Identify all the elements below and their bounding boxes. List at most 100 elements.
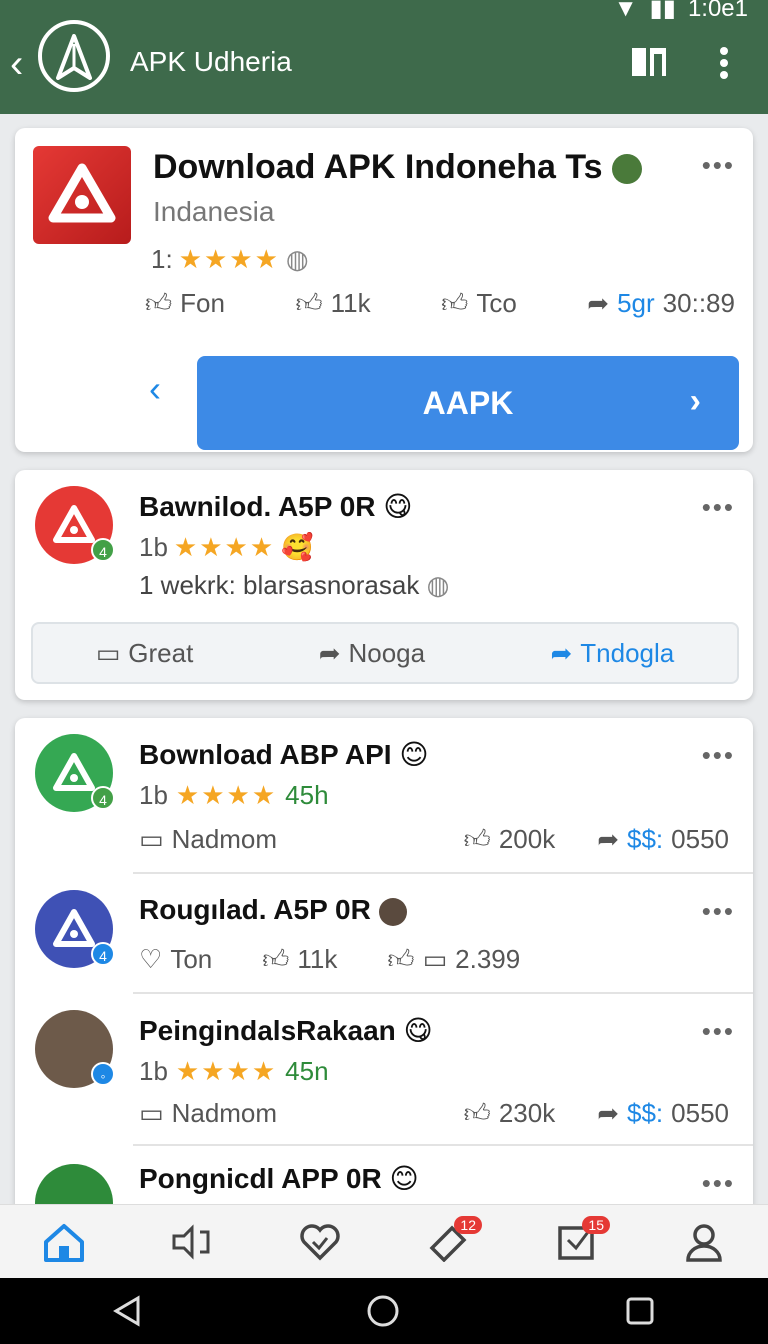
share-icon: ➦ [550,637,573,668]
recents-icon[interactable] [624,1295,656,1327]
action-share[interactable]: ➦ 5gr 30::89 [587,288,735,319]
app-title: Download APK Indoneha Ts [153,148,643,187]
stats-row: ▭ Nadmom 👍︎ 230k ➦ $$: 0550 [139,1098,729,1129]
rating-row: 1b ★★★★ 45h [139,780,329,810]
heart-icon: ♡ [139,944,163,974]
more-icon[interactable]: ••• [702,1018,735,1044]
stars-icon: ★★★★ [175,1056,278,1086]
status-time: 1:0e1 [687,0,748,22]
back-icon[interactable]: ‹ [10,44,23,84]
download-apk-button[interactable]: AAPK › [197,356,739,450]
list-item[interactable]: Pongnicdl APP 0R 😊 ••• [15,1146,753,1204]
tag-icon: ▭ [139,824,164,854]
pill-bar: ▭ Great ➦ Nooga ➦ Tndogla [31,622,739,684]
comments[interactable]: 👍︎ ▭ 2.399 [387,944,520,975]
home-icon[interactable] [365,1293,401,1329]
list-item[interactable]: 4 Bownload ABP API 😊 ••• 1b ★★★★ 45h ▭ Na… [15,718,753,874]
wifi-icon: ▼ [613,0,638,22]
status-bar: ▼ ▮▮ 1:0e1 [614,0,748,23]
action-likes[interactable]: 👍︎ 11k [295,288,370,319]
more-icon[interactable]: ••• [702,742,735,768]
app-icon: 4 [35,486,115,564]
share-icon: ➦ [597,1098,619,1128]
stars-icon: ★★★★ [175,780,278,810]
rating-row: 1b ★★★★ 🥰 [139,532,314,562]
share-icon: ➦ [318,637,341,668]
logo-icon [56,34,92,80]
action-row: 👍︎ Fon 👍︎ 11k 👍︎ Tco ➦ 5gr 30::89 [145,288,735,319]
emoji-icon: 😊 [389,1163,419,1194]
nav-inbox[interactable]: 15 [546,1212,610,1272]
list-item[interactable]: ◦ PeingindalsRakaan 😋 ••• 1b ★★★★ 45n ▭ N… [15,994,753,1146]
like-icon: 👍︎ [387,944,415,974]
book-icon[interactable] [630,46,668,83]
like-icon: 👍︎ [441,288,469,318]
app-list-card: 4 Bownload ABP API 😊 ••• 1b ★★★★ 45h ▭ Na… [15,718,753,1204]
featured-app-card[interactable]: Download APK Indoneha Ts Indanesia ••• 1… [15,128,753,452]
app-title: Bownload ABP API 😊 [139,739,429,770]
fav[interactable]: ♡ Ton [139,944,212,975]
app-icon [35,1164,113,1204]
nav-favorites[interactable] [290,1212,350,1272]
prev-arrow-icon[interactable]: ‹ [149,368,161,410]
app-title: Bawnilod. A5P 0R 😋 [139,491,413,522]
share-icon: ➦ [587,288,610,318]
like-icon: 👍︎ [463,1098,491,1128]
likes[interactable]: 👍︎ 11k [262,944,337,975]
app-logo [38,20,110,92]
app-bar: ▼ ▮▮ 1:0e1 ‹ APK Udheria [0,0,768,114]
like-icon: 👍︎ [463,824,491,854]
app-card[interactable]: 4 Bawnilod. A5P 0R 😋 1b ★★★★ 🥰 1 wekrk: … [15,470,753,700]
stats-row: ▭ Nadmom 👍︎ 200k ➦ $$: 0550 [139,824,729,855]
app-title: PeingindalsRakaan 😋 [139,1015,433,1046]
list-item[interactable]: 4 Rougılad. A5P 0R ••• ♡ Ton 👍︎ 11k 👍︎ ▭ 2.3… [15,874,753,994]
more-vert-icon[interactable] [718,46,730,85]
app-title: APK Udheria [130,46,292,77]
thumb-icon: 👍︎ [145,288,173,318]
like-icon: 👍︎ [295,288,323,318]
app-icon: 4 [35,734,115,812]
price[interactable]: ➦ $$: 0550 [597,824,729,855]
stars-icon: ★★★★ [178,244,280,274]
nav-badge: 12 [454,1215,482,1234]
comment-icon: ▭ [95,637,121,668]
home-icon [44,1223,84,1262]
avatar [612,154,643,185]
emoji-icon: 🥰 [281,532,314,562]
tag-nadmom[interactable]: ▭ Nadmom [139,1098,277,1129]
app-badge: 4 [91,942,115,966]
pill-nooga[interactable]: ➦ Nooga [319,638,425,669]
nav-profile[interactable] [674,1212,734,1272]
nav-audio[interactable] [162,1212,222,1272]
tag-icon: ▭ [139,1098,164,1128]
app-title: Pongnicdl APP 0R 😊 [139,1163,419,1194]
stats-row: ♡ Ton 👍︎ 11k 👍︎ ▭ 2.399 [139,944,520,975]
nav-home[interactable] [34,1212,94,1272]
more-icon[interactable]: ••• [702,494,735,520]
signal-icon: ▮▮ [649,0,676,22]
likes[interactable]: 👍︎ 230k [464,1098,556,1129]
more-icon[interactable]: ••• [702,898,735,924]
app-subtitle: Indanesia [153,196,275,227]
person-icon [686,1223,722,1262]
app-badge: ◦ [91,1062,115,1086]
avatar [378,897,407,926]
more-icon[interactable]: ••• [702,152,735,178]
likes[interactable]: 👍︎ 200k [464,824,556,855]
action-tco[interactable]: 👍︎ Tco [441,288,517,319]
tag-nadmom[interactable]: ▭ Nadmom [139,824,277,855]
pill-great[interactable]: ▭ Great [96,638,194,669]
pill-tndogla[interactable]: ➦ Tndogla [551,638,675,669]
speaker-icon [172,1223,210,1260]
more-icon[interactable]: ••• [702,1170,735,1196]
back-icon[interactable] [112,1294,142,1328]
feed[interactable]: Download APK Indoneha Ts Indanesia ••• 1… [0,114,768,1204]
badge-icon: ◍ [285,244,309,274]
system-nav [0,1278,768,1344]
stars-icon: ★★★★ [173,532,276,562]
nav-tags[interactable]: 12 [418,1212,482,1272]
price[interactable]: ➦ $$: 0550 [597,1098,729,1129]
app-badge: 4 [91,786,115,810]
app-subtitle: 1 wekrk: blarsasnorasak ◍ [139,570,450,600]
action-fon[interactable]: 👍︎ Fon [145,288,225,319]
